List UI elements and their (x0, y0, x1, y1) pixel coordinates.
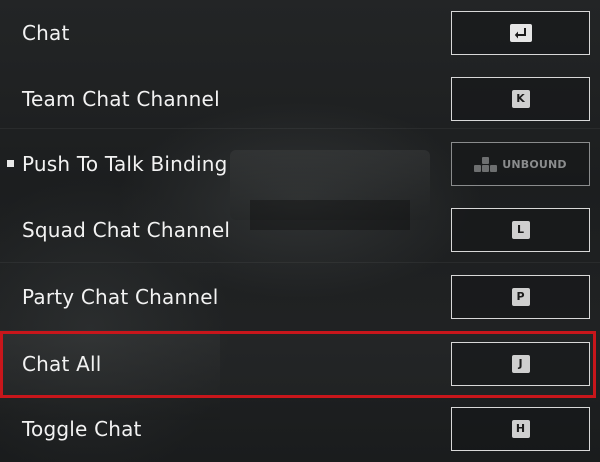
keybinding-label: Squad Chat Channel (22, 218, 231, 242)
keybinding-label: Chat All (22, 352, 102, 376)
keybinding-label: Party Chat Channel (22, 285, 219, 309)
key-binding-button[interactable]: K (451, 77, 590, 121)
keybinding-label: Team Chat Channel (22, 87, 220, 111)
key-binding-button[interactable]: P (451, 275, 590, 319)
key-binding-button[interactable]: J (451, 342, 590, 386)
key-cap: J (511, 355, 530, 373)
key-binding-button[interactable] (451, 11, 590, 55)
key-cap: L (511, 221, 530, 239)
keybinding-row-push-to-talk[interactable]: Push To Talk Binding UNBOUND (0, 133, 600, 195)
key-binding-button[interactable]: L (451, 208, 590, 252)
hover-indicator-icon (7, 160, 14, 167)
keybinding-settings-panel: Chat Team Chat Channel K Push To Talk Bi… (0, 0, 600, 462)
keybinding-label: Push To Talk Binding (22, 152, 228, 176)
keybinding-row-team-chat-channel[interactable]: Team Chat Channel K (0, 68, 600, 130)
key-cap: P (511, 288, 530, 306)
key-binding-button[interactable]: H (451, 407, 590, 451)
keyboard-keys-icon (474, 156, 498, 172)
keybinding-row-chat-all[interactable]: Chat All J (0, 333, 600, 395)
key-binding-button[interactable]: UNBOUND (451, 142, 590, 186)
keybinding-label: Toggle Chat (22, 417, 142, 441)
keybinding-label: Chat (22, 21, 70, 45)
enter-key-icon (509, 24, 532, 42)
keybinding-row-chat[interactable]: Chat (0, 2, 600, 64)
keybinding-row-toggle-chat[interactable]: Toggle Chat H (0, 398, 600, 460)
keybinding-row-squad-chat-channel[interactable]: Squad Chat Channel L (0, 199, 600, 261)
keybinding-row-party-chat-channel[interactable]: Party Chat Channel P (0, 266, 600, 328)
key-cap: K (511, 90, 530, 108)
unbound-label: UNBOUND (502, 157, 567, 171)
key-cap: H (511, 420, 530, 438)
keybinding-list: Chat Team Chat Channel K Push To Talk Bi… (0, 0, 600, 462)
